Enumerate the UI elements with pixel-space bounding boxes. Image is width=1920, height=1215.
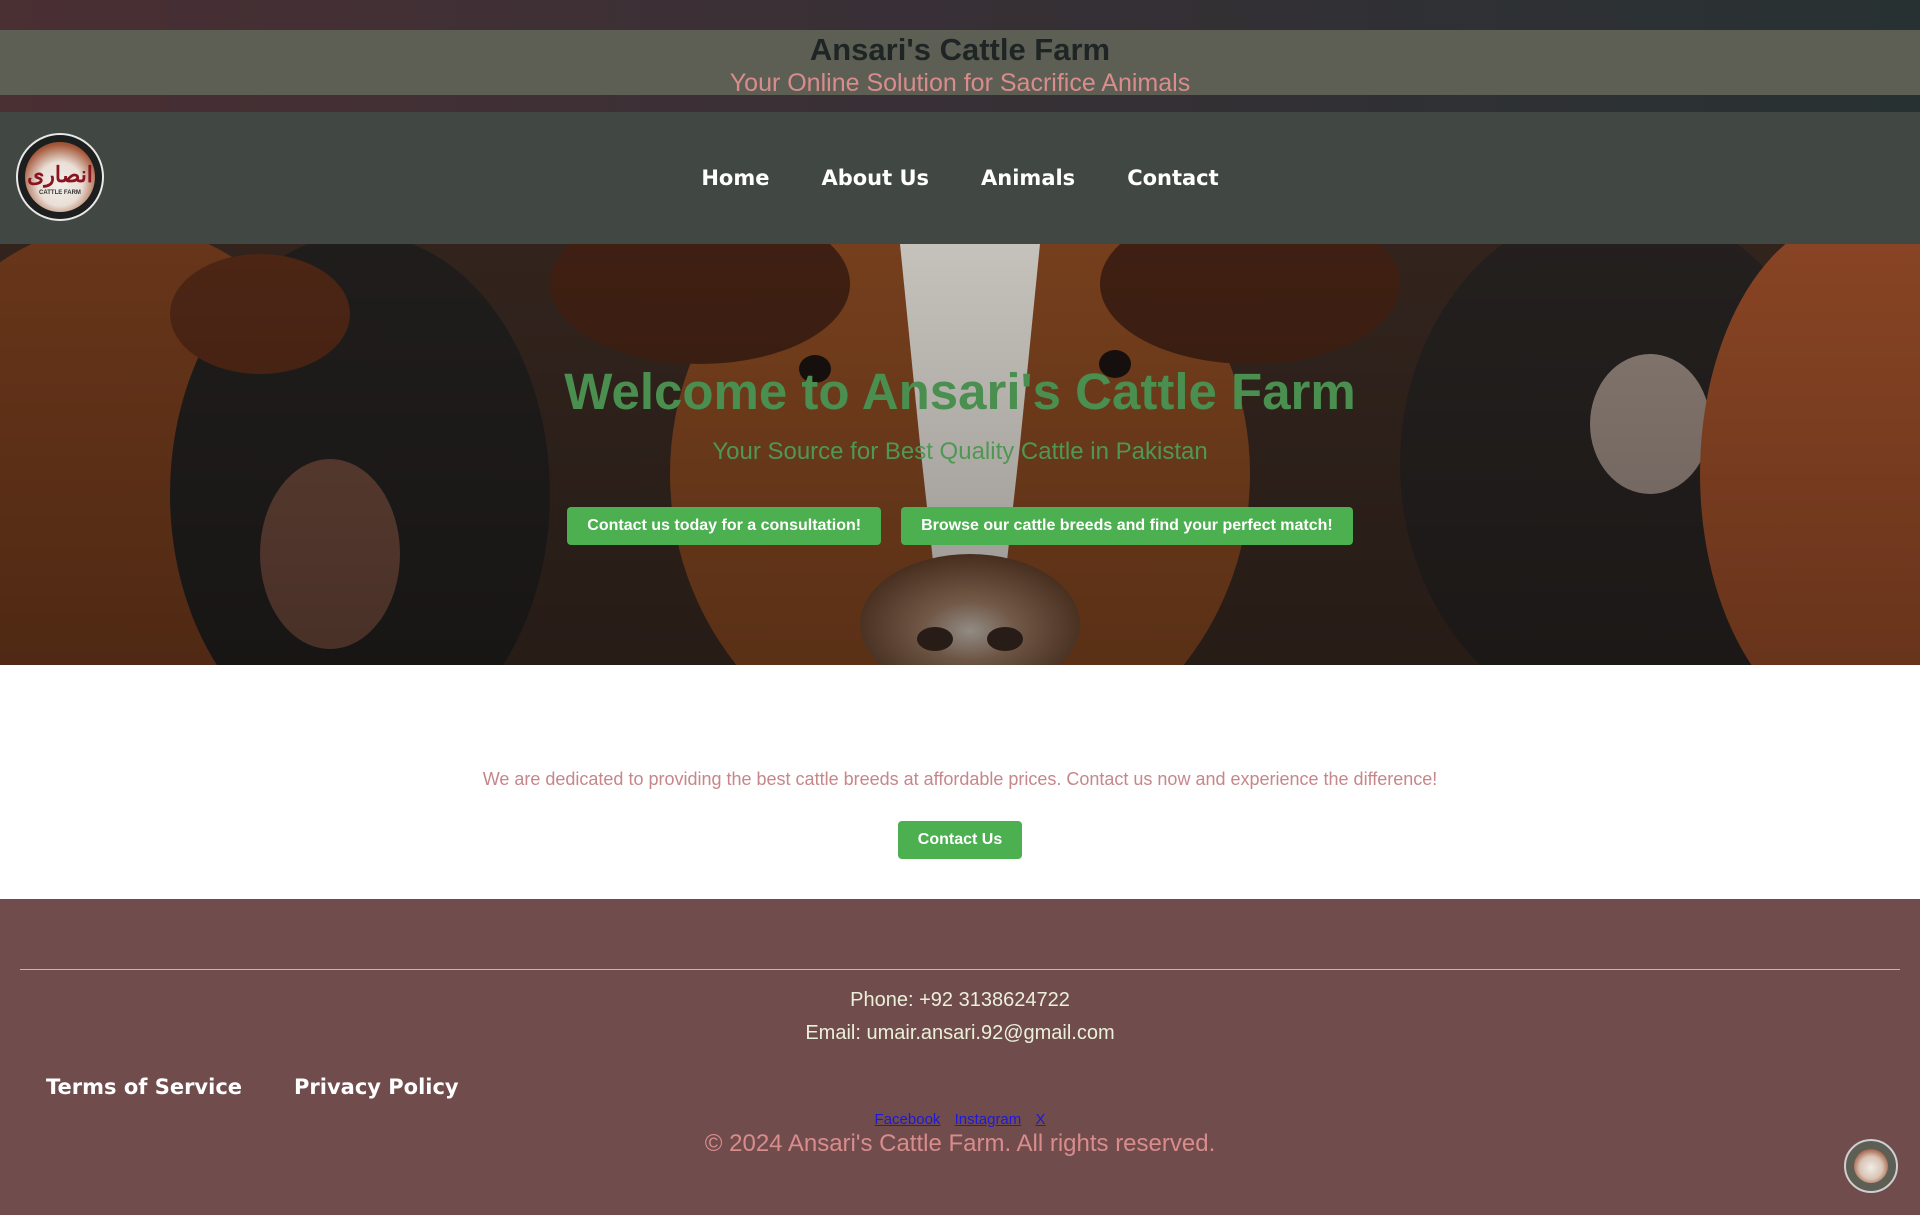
x-link[interactable]: X <box>1035 1111 1045 1128</box>
site-tagline: Your Online Solution for Sacrifice Anima… <box>729 69 1191 97</box>
nav-item-about-us[interactable]: About Us <box>821 166 929 190</box>
site-banner: Ansari's Cattle Farm Your Online Solutio… <box>0 30 1920 97</box>
main-navbar: انصاری CATTLE FARM Home About Us Animals… <box>0 112 1920 244</box>
chat-widget-icon[interactable] <box>1844 1139 1898 1193</box>
social-icon-row <box>0 1054 1920 1071</box>
footer-phone: Phone: +92 3138624722 <box>850 989 1070 1011</box>
nav-links: Home About Us Animals Contact <box>0 112 1920 244</box>
contact-us-button[interactable]: Contact Us <box>898 821 1022 859</box>
social-text-links: Facebook Instagram X <box>0 1111 1920 1128</box>
hero-section: Welcome to Ansari's Cattle Farm Your Sou… <box>0 244 1920 665</box>
privacy-policy-link[interactable]: Privacy Policy <box>294 1075 459 1099</box>
terms-of-service-link[interactable]: Terms of Service <box>46 1075 242 1099</box>
facebook-link[interactable]: Facebook <box>875 1111 941 1128</box>
intro-text: We are dedicated to providing the best c… <box>482 769 1438 789</box>
footer-email: Email: umair.ansari.92@gmail.com <box>805 1022 1115 1044</box>
copyright-text: © 2024 Ansari's Cattle Farm. All rights … <box>704 1130 1216 1157</box>
intro-section: We are dedicated to providing the best c… <box>0 665 1920 899</box>
consultation-button[interactable]: Contact us today for a consultation! <box>567 507 882 545</box>
legal-links: Terms of Service Privacy Policy <box>46 1075 459 1099</box>
site-title: Ansari's Cattle Farm <box>809 32 1111 67</box>
footer-divider <box>20 969 1900 970</box>
site-footer: Phone: +92 3138624722 Email: umair.ansar… <box>0 899 1920 1215</box>
hero-button-group: Contact us today for a consultation! Bro… <box>0 507 1920 545</box>
nav-item-animals[interactable]: Animals <box>981 166 1075 190</box>
instagram-link[interactable]: Instagram <box>955 1111 1022 1128</box>
hero-subtitle: Your Source for Best Quality Cattle in P… <box>712 438 1208 465</box>
nav-item-contact[interactable]: Contact <box>1127 166 1219 190</box>
browse-breeds-button[interactable]: Browse our cattle breeds and find your p… <box>901 507 1353 545</box>
nav-item-home[interactable]: Home <box>701 166 769 190</box>
hero-title: Welcome to Ansari's Cattle Farm <box>564 363 1356 420</box>
chat-avatar <box>1854 1149 1888 1183</box>
